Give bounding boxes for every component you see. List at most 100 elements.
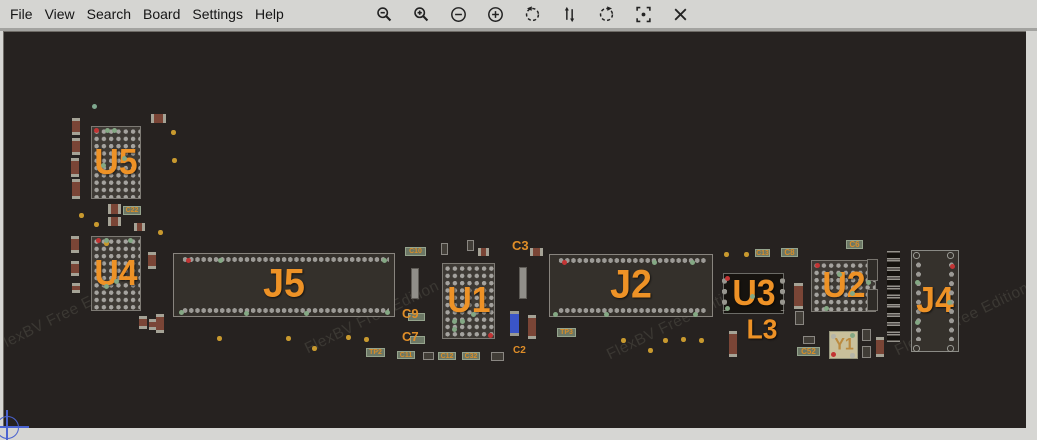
capacitor[interactable] — [441, 243, 448, 255]
resistor[interactable] — [876, 337, 884, 357]
resistor-array[interactable] — [887, 251, 900, 343]
connector[interactable] — [867, 289, 878, 311]
pad — [460, 319, 465, 324]
resistor[interactable] — [72, 138, 80, 155]
resistor[interactable] — [71, 158, 79, 177]
test-point — [681, 337, 686, 342]
flip-vertical-icon[interactable] — [561, 6, 578, 23]
zoom-in-icon[interactable] — [413, 6, 430, 23]
close-icon[interactable] — [672, 6, 689, 23]
component-U5[interactable]: U5 — [91, 126, 141, 199]
component-C13[interactable]: C13 — [755, 249, 770, 257]
resistor[interactable] — [72, 179, 80, 199]
component-ref[interactable]: J2 — [610, 262, 652, 307]
component-U1[interactable]: U1 — [442, 263, 495, 339]
component-C8[interactable]: C8 — [781, 248, 798, 257]
component-C7[interactable]: C7 — [402, 329, 419, 344]
resistor[interactable] — [794, 283, 803, 309]
zoom-out-icon[interactable] — [376, 6, 393, 23]
resistor[interactable] — [71, 261, 79, 276]
test-point — [699, 338, 704, 343]
resistor[interactable] — [148, 252, 156, 269]
board-canvas[interactable]: FlexBV Free Edition FlexBV Free Edition … — [3, 31, 1026, 428]
resistor[interactable] — [108, 217, 121, 226]
resistor[interactable] — [139, 316, 147, 329]
resistor[interactable] — [72, 283, 80, 293]
diode[interactable] — [510, 311, 519, 336]
test-point — [217, 336, 222, 341]
flexbv-window: File View Search Board Settings Help — [0, 0, 1037, 440]
component-C32[interactable]: C32 — [462, 352, 480, 360]
pad — [452, 319, 457, 324]
capacitor[interactable] — [423, 352, 434, 360]
component-J2[interactable]: J2 — [549, 254, 713, 317]
pad — [947, 300, 952, 305]
component-U4[interactable]: U4 — [91, 236, 141, 311]
resistor[interactable] — [149, 319, 156, 330]
pad — [104, 284, 109, 289]
menu-file[interactable]: File — [4, 6, 39, 22]
component-ref[interactable]: U2 — [822, 264, 865, 306]
capacitor[interactable] — [795, 311, 804, 325]
resistor[interactable] — [134, 223, 145, 231]
resistor[interactable] — [71, 236, 79, 253]
connector[interactable] — [867, 259, 878, 281]
component-C2[interactable]: C2 — [513, 345, 526, 356]
menu-board[interactable]: Board — [137, 6, 186, 22]
mounting-pad — [913, 345, 920, 352]
resistor[interactable] — [528, 315, 536, 339]
test-point — [621, 338, 626, 343]
test-point — [663, 338, 668, 343]
pad — [471, 312, 476, 317]
resistor[interactable] — [478, 248, 489, 256]
remove-circle-icon[interactable] — [450, 6, 467, 23]
capacitor[interactable] — [411, 268, 419, 299]
component-ref[interactable]: U4 — [94, 252, 137, 294]
capacitor[interactable] — [467, 240, 474, 251]
component-ref-L3[interactable]: L3 — [747, 313, 778, 345]
component-ref[interactable]: J5 — [263, 262, 305, 307]
component-ref[interactable]: U5 — [94, 141, 137, 183]
component-C3[interactable]: C3 — [512, 238, 529, 253]
pad — [385, 310, 390, 315]
resistor[interactable] — [108, 204, 121, 214]
menu-settings[interactable]: Settings — [186, 6, 249, 22]
component-ref[interactable]: U1 — [447, 279, 490, 321]
mounting-pad — [947, 345, 954, 352]
component-C22[interactable]: C22 — [123, 206, 141, 215]
component-C10[interactable]: C10 — [405, 247, 426, 256]
add-circle-icon[interactable] — [487, 6, 504, 23]
crosshair-hline — [0, 426, 29, 428]
component-C12[interactable]: C12 — [438, 352, 456, 360]
menu-search[interactable]: Search — [81, 6, 137, 22]
resistor[interactable] — [72, 118, 80, 135]
component-C6[interactable]: C6 — [846, 240, 863, 249]
pad — [824, 306, 829, 311]
resistor[interactable] — [151, 114, 166, 123]
capacitor[interactable] — [803, 336, 815, 344]
resistor[interactable] — [156, 314, 164, 333]
component-ref[interactable]: U3 — [732, 272, 775, 314]
component-C9[interactable]: C9 — [402, 306, 419, 321]
rotate-ccw-icon[interactable] — [524, 6, 541, 23]
test-point — [172, 158, 177, 163]
capacitor[interactable] — [519, 267, 527, 299]
menu-help[interactable]: Help — [249, 6, 290, 22]
rotate-cw-icon[interactable] — [598, 6, 615, 23]
test-point — [171, 130, 176, 135]
capacitor[interactable] — [491, 352, 504, 361]
component-C11[interactable]: C11 — [397, 351, 415, 359]
pad — [112, 128, 117, 133]
pad — [104, 238, 109, 243]
resistor[interactable] — [530, 248, 543, 256]
component-J5[interactable]: J5 — [173, 253, 395, 317]
component-C52[interactable]: C52 — [797, 347, 820, 356]
pad — [128, 238, 133, 243]
menu-view[interactable]: View — [39, 6, 81, 22]
resistor[interactable] — [729, 331, 737, 357]
capacitor[interactable] — [862, 329, 871, 341]
test-point-TP3[interactable]: TP3 — [557, 328, 576, 337]
center-focus-icon[interactable] — [635, 6, 652, 23]
test-point-TP2[interactable]: TP2 — [366, 348, 385, 357]
capacitor[interactable] — [862, 346, 871, 358]
